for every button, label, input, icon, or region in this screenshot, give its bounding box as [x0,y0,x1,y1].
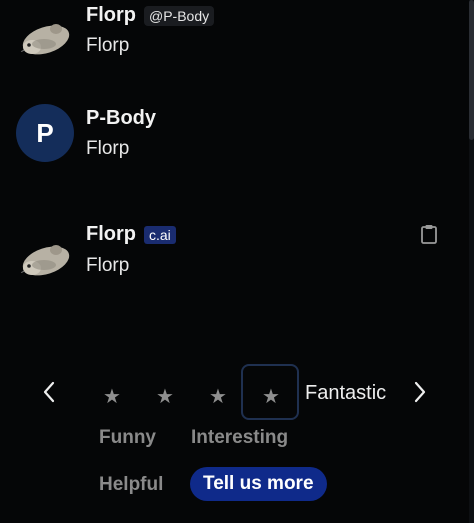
tag-interesting[interactable]: Interesting [191,427,288,449]
star-1[interactable]: ★ [100,384,124,408]
message-author: Florp [86,4,136,26]
rat-avatar[interactable] [16,227,74,285]
rat-avatar-image [17,24,70,55]
tag-helpful[interactable]: Helpful [99,474,163,496]
cai-badge: c.ai [144,225,176,244]
chevron-left-icon[interactable] [39,378,59,406]
user-avatar[interactable]: P [16,104,74,162]
chevron-right-icon[interactable] [410,378,430,406]
message-text: Florp [86,255,130,276]
message-text: Florp [86,138,130,159]
tag-funny[interactable]: Funny [99,427,156,449]
star-4[interactable]: ★ [259,384,283,408]
message-author: Florp [86,223,136,245]
clipboard-icon[interactable] [420,224,438,244]
message-1: Florp @P-Body Florp [16,0,458,70]
rat-avatar[interactable] [16,6,74,64]
star-3[interactable]: ★ [206,384,230,408]
message-2: P P-Body Florp [16,103,458,173]
rating-label: Fantastic [305,382,387,404]
message-text: Florp [86,35,130,56]
star-2[interactable]: ★ [153,384,177,408]
scrollbar-thumb[interactable] [469,0,474,140]
tell-us-more-button[interactable]: Tell us more [190,467,327,501]
rat-avatar-image [17,245,70,276]
avatar-letter: P [36,117,54,148]
scrollbar-track[interactable] [469,0,474,523]
message-author: P-Body [86,107,156,129]
author-handle: @P-Body [144,5,215,26]
message-3: Florp c.ai Florp [16,220,458,290]
